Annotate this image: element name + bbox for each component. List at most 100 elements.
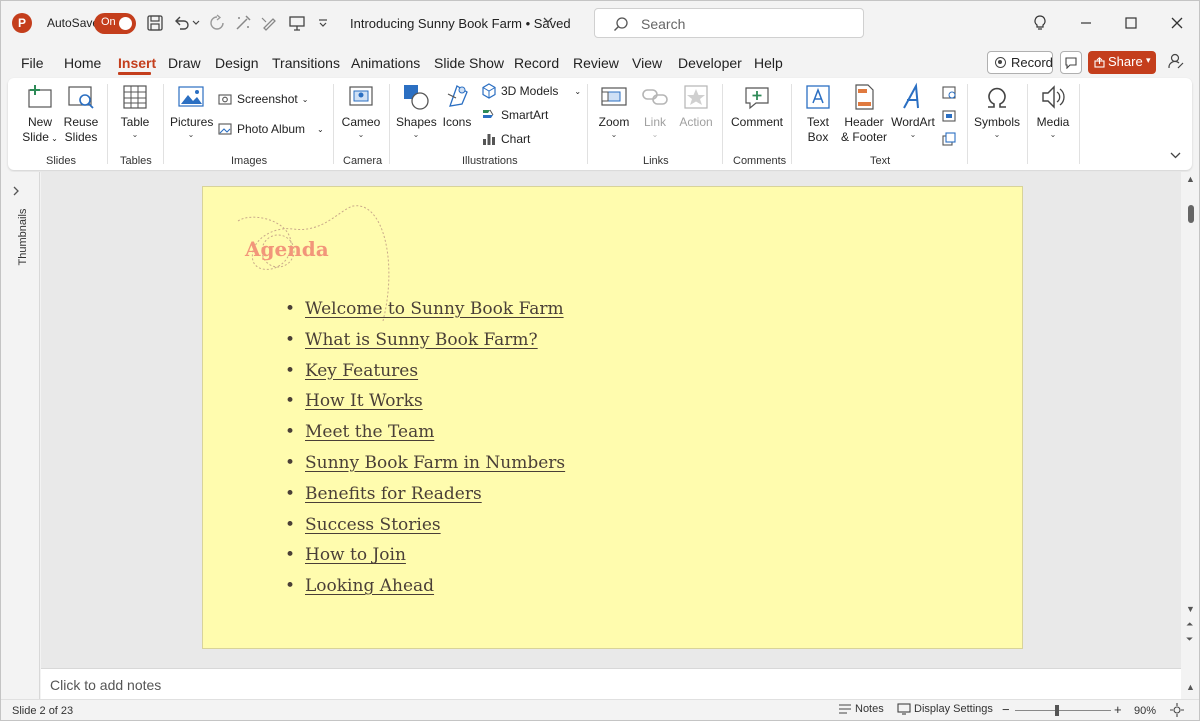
present-icon[interactable] [286, 12, 308, 34]
symbols-button[interactable]: Symbols ⌄ [974, 82, 1020, 140]
agenda-item[interactable]: Key Features [283, 357, 565, 388]
agenda-list: Welcome to Sunny Book Farm What is Sunny… [283, 295, 565, 603]
header-footer-icon [855, 84, 874, 110]
notes-toggle-button[interactable]: Notes [838, 703, 884, 715]
lightbulb-icon[interactable] [1029, 12, 1051, 34]
scroll-down-icon[interactable]: ▼ [1186, 604, 1195, 614]
tab-review[interactable]: Review [573, 55, 619, 71]
close-icon[interactable] [1166, 12, 1188, 34]
zoom-slider-thumb[interactable] [1055, 705, 1059, 716]
minimize-icon[interactable] [1075, 12, 1097, 34]
comment-button[interactable]: Comment [730, 82, 784, 130]
zoom-out-icon[interactable]: − [1002, 702, 1010, 717]
tab-help[interactable]: Help [754, 55, 783, 71]
agenda-item[interactable]: How to Join [283, 541, 565, 572]
tab-record[interactable]: Record [514, 55, 559, 71]
thumbnails-label-container[interactable]: Thumbnails [4, 205, 34, 275]
document-title[interactable]: Introducing Sunny Book Farm • Saved [350, 16, 571, 31]
tab-design[interactable]: Design [215, 55, 259, 71]
icons-button[interactable]: Icons [440, 82, 474, 130]
photo-album-button[interactable]: Photo Album ⌄ [217, 121, 324, 137]
coauthor-icon[interactable] [1167, 52, 1185, 73]
shapes-button[interactable]: Shapes ⌄ [396, 82, 437, 140]
cameo-button[interactable]: Cameo ⌄ [340, 82, 382, 140]
3d-models-button[interactable]: 3D Models ⌄ [481, 83, 581, 99]
new-slide-button[interactable]: New Slide ⌄ [20, 82, 60, 146]
table-button[interactable]: Table ⌄ [117, 82, 153, 140]
next-slide-icon[interactable]: ⏷ [1186, 634, 1193, 645]
expand-thumbnails-icon[interactable] [13, 186, 20, 199]
agenda-item[interactable]: What is Sunny Book Farm? [283, 326, 565, 357]
reuse-slides-button[interactable]: Reuse Slides [62, 82, 100, 145]
notes-placeholder: Click to add notes [50, 677, 162, 693]
media-button[interactable]: Media ⌄ [1033, 82, 1073, 140]
agenda-item[interactable]: Meet the Team [283, 418, 565, 449]
tab-animations[interactable]: Animations [351, 55, 420, 71]
zoom-level[interactable]: 90% [1134, 705, 1156, 717]
vertical-scrollbar[interactable]: ▲ ▼ ⏶ ⏷ ▲ [1181, 172, 1200, 699]
ribbon-display-options-icon[interactable] [1170, 151, 1181, 162]
wordart-button[interactable]: WordArt ⌄ [890, 82, 936, 140]
object-button[interactable] [941, 131, 957, 147]
format-painter-icon[interactable] [232, 12, 254, 34]
title-chevron-down-icon[interactable] [543, 13, 553, 27]
zoom-slider-track[interactable] [1015, 710, 1111, 711]
agenda-item[interactable]: Looking Ahead [283, 572, 565, 603]
maximize-icon[interactable] [1120, 12, 1142, 34]
share-button[interactable]: Share ▾ [1088, 51, 1156, 74]
autosave-toggle[interactable]: On [94, 13, 136, 34]
title-bar: P AutoSave On Introducing Sunny Book Far… [0, 0, 1200, 46]
notes-pane[interactable]: Click to add notes [41, 668, 1181, 699]
pictures-button[interactable]: Pictures ⌄ [170, 82, 213, 140]
zoom-label: Zoom [598, 115, 630, 129]
powerpoint-logo-icon: P [12, 13, 32, 33]
date-time-icon [942, 86, 956, 99]
agenda-item[interactable]: Success Stories [283, 511, 565, 542]
redo-icon[interactable] [206, 12, 228, 34]
slide-canvas[interactable]: Agenda Welcome to Sunny Book Farm What i… [202, 186, 1023, 649]
previous-slide-icon[interactable]: ⏶ [1186, 619, 1193, 630]
scroll-up-icon[interactable]: ▲ [1186, 174, 1195, 184]
new-comment-icon [745, 87, 769, 110]
agenda-item[interactable]: Benefits for Readers [283, 480, 565, 511]
scroll-bottom-icon[interactable]: ▲ [1186, 682, 1195, 692]
header-footer-button[interactable]: Header & Footer [840, 82, 888, 145]
fit-to-window-icon[interactable] [1170, 703, 1184, 720]
tab-view[interactable]: View [632, 55, 662, 71]
record-button[interactable]: Record [987, 51, 1053, 74]
tab-home[interactable]: Home [64, 55, 101, 71]
zoom-in-icon[interactable]: + [1114, 702, 1122, 717]
tab-insert[interactable]: Insert [118, 55, 156, 71]
header-label: Header [844, 115, 884, 129]
group-label-comments: Comments [733, 155, 787, 167]
notes-label: Notes [855, 703, 884, 715]
comments-pane-button[interactable] [1060, 51, 1082, 74]
link-button[interactable]: Link ⌄ [639, 82, 671, 140]
save-icon[interactable] [144, 12, 166, 34]
search-box[interactable]: Search [594, 8, 864, 38]
date-time-button[interactable] [941, 84, 957, 100]
tab-slide-show[interactable]: Slide Show [434, 55, 504, 71]
slide-title: Agenda [245, 237, 329, 261]
smartart-button[interactable]: SmartArt [481, 107, 548, 123]
draw-pen-icon[interactable] [258, 12, 280, 34]
zoom-icon [601, 87, 627, 106]
tab-transitions[interactable]: Transitions [272, 55, 340, 71]
undo-dropdown-icon[interactable] [190, 12, 202, 34]
slide-number-button[interactable] [941, 108, 957, 124]
text-box-button[interactable]: Text Box [800, 82, 836, 145]
tab-draw[interactable]: Draw [168, 55, 201, 71]
agenda-item[interactable]: How It Works [283, 387, 565, 418]
display-settings-button[interactable]: Display Settings [897, 703, 993, 715]
tab-file[interactable]: File [21, 55, 44, 71]
action-button[interactable]: Action [677, 82, 715, 130]
customize-toolbar-icon[interactable] [312, 12, 334, 34]
agenda-item[interactable]: Welcome to Sunny Book Farm [283, 295, 565, 326]
screenshot-button[interactable]: Screenshot ⌄ [217, 91, 308, 107]
chart-button[interactable]: Chart [481, 131, 530, 147]
tab-developer[interactable]: Developer [678, 55, 742, 71]
scroll-thumb[interactable] [1188, 205, 1194, 223]
zoom-button[interactable]: Zoom ⌄ [596, 82, 632, 140]
agenda-item[interactable]: Sunny Book Farm in Numbers [283, 449, 565, 480]
group-separator [107, 84, 108, 164]
